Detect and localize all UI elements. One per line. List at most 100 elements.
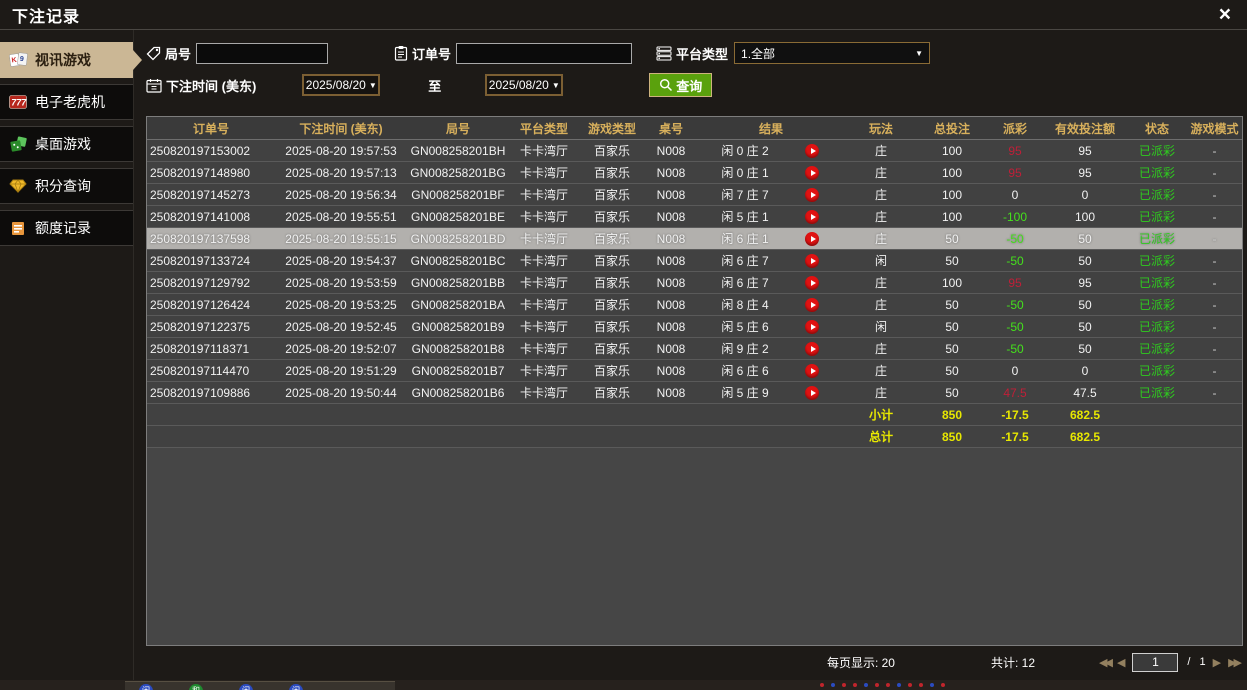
close-icon[interactable]: ×: [1215, 4, 1235, 25]
subtotal-row: 小计 850 -17.5 682.5: [147, 404, 1242, 426]
sidebar-item-points[interactable]: 积分查询: [0, 168, 133, 204]
grand-total-row-total-bet: 850: [941, 429, 963, 444]
chevron-down-icon: ▼: [915, 48, 924, 58]
bet-time: 2025-08-20 19:54:37: [285, 253, 397, 268]
table-row[interactable]: 250820197118371 2025-08-20 19:52:07 GN0082…: [147, 338, 1242, 360]
replay-play-icon[interactable]: [805, 253, 819, 268]
table-row[interactable]: 250820197122375 2025-08-20 19:52:45 GN0082…: [147, 316, 1242, 338]
game-type: 百家乐: [593, 386, 630, 400]
platform: 卡卡湾厅: [519, 320, 568, 334]
replay-play-icon[interactable]: [805, 385, 819, 400]
prev-page-icon[interactable]: ◀: [1117, 656, 1125, 669]
next-page-icon[interactable]: ▶: [1213, 656, 1221, 669]
table-row[interactable]: 250820197141008 2025-08-20 19:55:51 GN0082…: [147, 206, 1242, 228]
replay-play-icon[interactable]: [805, 231, 819, 246]
replay-play-icon[interactable]: [805, 165, 819, 180]
result: 闲 0 庄 1: [697, 164, 845, 181]
game-mode: -: [1212, 209, 1217, 224]
game-type: 百家乐: [593, 254, 630, 268]
sidebar-item-slots[interactable]: 777 电子老虎机: [0, 84, 133, 120]
replay-play-icon[interactable]: [805, 275, 819, 290]
grand-total-row-payout: -17.5: [1001, 429, 1029, 444]
roadmap-dot: [831, 683, 835, 687]
column-header-result: 结果: [758, 121, 783, 136]
sidebar-item-label: 电子老虎机: [35, 94, 105, 110]
table-row[interactable]: 250820197129792 2025-08-20 19:53:59 GN0082…: [147, 272, 1242, 294]
game-type: 百家乐: [593, 144, 630, 158]
payout: -50: [1006, 319, 1024, 334]
query-button[interactable]: 查询: [649, 73, 713, 97]
date-to-picker[interactable]: 2025/08/20 ▼: [485, 74, 564, 96]
table-footer: 每页显示: 20 共计: 12 ◀◀ ◀ / 1 ▶ ▶▶: [146, 646, 1243, 678]
game-type: 百家乐: [593, 298, 630, 312]
table-row[interactable]: 250820197148980 2025-08-20 19:57:13 GN0082…: [147, 162, 1242, 184]
result-text: 闲 6 庄 1: [721, 232, 769, 246]
sidebar-item-video-games[interactable]: K9 视讯游戏: [0, 42, 142, 78]
table-row[interactable]: 250820197126424 2025-08-20 19:53:25 GN0082…: [147, 294, 1242, 316]
order-no: 250820197148980: [150, 165, 251, 180]
order-no-label-group: 订单号: [394, 44, 451, 63]
table-row[interactable]: 250820197114470 2025-08-20 19:51:29 GN0082…: [147, 360, 1242, 382]
result-text: 闲 0 庄 2: [721, 144, 769, 158]
result: 闲 8 庄 4: [697, 296, 845, 313]
last-page-icon[interactable]: ▶▶: [1228, 656, 1242, 669]
total-bet: 100: [941, 209, 963, 224]
replay-play-icon[interactable]: [805, 143, 819, 158]
game-mode: -: [1212, 231, 1217, 246]
bet-type: 庄: [874, 188, 887, 202]
round-no: GN008258201BH: [410, 143, 506, 158]
valid-bet: 0: [1081, 363, 1089, 378]
round-no-input[interactable]: [196, 42, 329, 64]
sidebar-item-table-games[interactable]: 桌面游戏: [0, 126, 133, 162]
table-games-icon: [8, 136, 28, 152]
result: 闲 6 庄 6: [697, 362, 845, 379]
payout: 95: [1008, 143, 1022, 158]
roadmap-dot: [908, 683, 912, 687]
round-no: GN008258201B7: [411, 363, 505, 378]
first-page-icon[interactable]: ◀◀: [1099, 656, 1113, 669]
result-text: 闲 6 庄 7: [721, 254, 769, 268]
replay-play-icon[interactable]: [805, 297, 819, 312]
payout: -50: [1006, 297, 1024, 312]
column-header-game-mode: 游戏模式: [1190, 121, 1239, 136]
platform-type-select[interactable]: 1.全部 ▼: [734, 42, 931, 64]
payout: 0: [1011, 363, 1019, 378]
bet-type: 庄: [874, 364, 887, 378]
table-no: N008: [656, 187, 686, 202]
status: 已派彩: [1138, 232, 1175, 246]
result-text: 闲 6 庄 6: [721, 364, 769, 378]
date-from-picker[interactable]: 2025/08/20 ▼: [302, 74, 381, 96]
replay-play-icon[interactable]: [805, 319, 819, 334]
bet-time: 2025-08-20 19:51:29: [285, 363, 397, 378]
replay-play-icon[interactable]: [805, 363, 819, 378]
table-no: N008: [656, 253, 686, 268]
platform: 卡卡湾厅: [519, 232, 568, 246]
result: 闲 6 庄 1: [697, 230, 845, 247]
table-row[interactable]: 250820197153002 2025-08-20 19:57:53 GN0082…: [147, 140, 1242, 162]
table-row[interactable]: 250820197145273 2025-08-20 19:56:34 GN0082…: [147, 184, 1242, 206]
game-type: 百家乐: [593, 276, 630, 290]
platform: 卡卡湾厅: [519, 166, 568, 180]
result: 闲 6 庄 7: [697, 274, 845, 291]
table-row[interactable]: 250820197133724 2025-08-20 19:54:37 GN0082…: [147, 250, 1242, 272]
bet-type: 庄: [874, 276, 887, 290]
roadmap-dot: [842, 683, 846, 687]
page-number-input[interactable]: [1132, 652, 1179, 672]
status: 已派彩: [1138, 298, 1175, 312]
page-total: 1: [1199, 656, 1206, 668]
game-mode: -: [1212, 385, 1217, 400]
replay-play-icon[interactable]: [805, 209, 819, 224]
table-row[interactable]: 250820197137598 2025-08-20 19:55:15 GN0082…: [147, 228, 1242, 250]
order-no-input[interactable]: [456, 42, 633, 64]
bead-icon: 闲: [289, 684, 303, 690]
svg-text:777: 777: [11, 98, 27, 108]
table-no: N008: [656, 275, 686, 290]
platform: 卡卡湾厅: [519, 144, 568, 158]
sidebar-item-quota[interactable]: 额度记录: [0, 210, 133, 246]
table-row[interactable]: 250820197109886 2025-08-20 19:50:44 GN0082…: [147, 382, 1242, 404]
valid-bet: 50: [1078, 253, 1092, 268]
order-no: 250820197129792: [150, 275, 251, 290]
replay-play-icon[interactable]: [805, 341, 819, 356]
round-no: GN008258201B8: [411, 341, 505, 356]
replay-play-icon[interactable]: [805, 187, 819, 202]
